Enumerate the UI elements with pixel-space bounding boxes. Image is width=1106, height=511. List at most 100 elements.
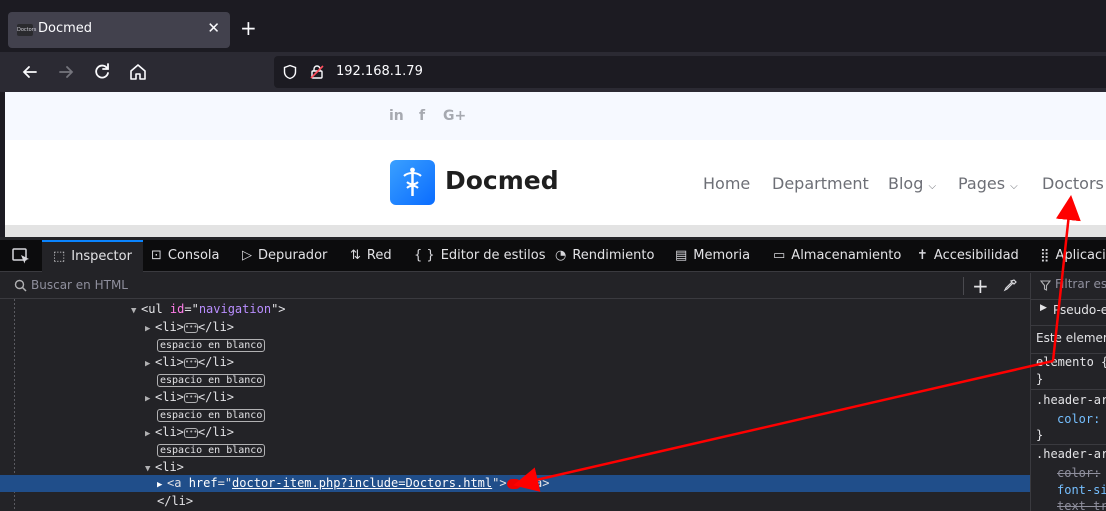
collapsed-arrow-icon[interactable]: ▶	[157, 477, 167, 494]
menu-pages-label: Pages	[958, 174, 1006, 193]
markup-tree: ▼ <ul id="navigation"> ▶ <li>•••</li> espa…	[0, 299, 1030, 511]
ellipsis-icon[interactable]: •••	[183, 357, 198, 368]
tab-console-label: Consola	[167, 248, 220, 263]
inspector-icon: ⬚	[53, 249, 66, 264]
tab-inspector-label: Inspector	[71, 249, 132, 264]
tab-title: Docmed	[38, 21, 93, 36]
whitespace-badge: espacio en blanco	[157, 444, 266, 457]
tab-debugger[interactable]: ▷ Depurador	[242, 240, 327, 272]
tab-performance[interactable]: ◔ Rendimiento	[555, 240, 654, 272]
home-icon[interactable]	[127, 61, 149, 83]
menu-blog[interactable]: Blog ⌵	[888, 174, 936, 193]
style-editor-icon: { }	[414, 248, 435, 263]
tag-close: </li>	[197, 355, 235, 369]
tag-open: <li>	[155, 460, 184, 474]
rule-divider	[1031, 444, 1106, 445]
rule-property[interactable]: font-size:	[1057, 483, 1106, 497]
href-link[interactable]: doctor-item.php?include=Doctors.html	[232, 476, 492, 490]
attr-name: href	[188, 476, 218, 490]
page-divider	[5, 225, 1106, 237]
ellipsis-icon[interactable]: •••	[183, 322, 198, 333]
tab-accessibility[interactable]: ✝ Accesibilidad	[917, 240, 1019, 272]
shield-icon[interactable]	[282, 64, 298, 80]
tab-storage[interactable]: ▭ Almacenamiento	[773, 240, 901, 272]
whitespace-badge: espacio en blanco	[157, 339, 266, 352]
reload-icon[interactable]	[91, 61, 113, 83]
chevron-down-icon: ⌵	[928, 181, 937, 192]
tree-node-li-close: </li>	[0, 493, 1030, 510]
expanded-arrow-icon[interactable]: ▼	[131, 303, 141, 320]
event-badge-icon[interactable]	[506, 478, 521, 489]
tag-close: </li>	[197, 320, 235, 334]
tree-node-li-open[interactable]: ▼ <li>	[0, 459, 1030, 476]
filter-styles-input[interactable]: Filtrar estilos	[1055, 277, 1106, 291]
pseudo-elements-toggle[interactable]: Pseudo-elementos	[1053, 303, 1106, 317]
this-element-header: Este elemento	[1036, 331, 1106, 345]
tree-node-ul[interactable]: ▼ <ul id="navigation">	[0, 301, 1030, 318]
screenshot-root: Doctors Docmed ✕ + 192.168.1.79 in f G+ …	[0, 0, 1106, 511]
rule-brace: }	[1036, 428, 1044, 442]
tag-open: <li>	[155, 355, 184, 369]
toolbar-divider	[963, 277, 964, 295]
web-page: in f G+ Docmed Home Department Blog ⌵ Pa…	[5, 92, 1106, 237]
browser-tab[interactable]: Doctors Docmed ✕	[8, 12, 230, 48]
menu-department[interactable]: Department	[772, 174, 869, 193]
rule-selector[interactable]: .header-area	[1036, 447, 1106, 461]
menu-home[interactable]: Home	[703, 174, 750, 193]
logo-icon[interactable]	[390, 160, 435, 205]
search-icon	[14, 279, 27, 292]
rule-property[interactable]: color:	[1057, 412, 1100, 426]
tab-application-label: Aplicación	[1055, 248, 1106, 263]
tab-accessibility-label: Accesibilidad	[933, 248, 1019, 263]
tag-eq: ="	[184, 302, 199, 316]
collapsed-arrow-icon[interactable]: ▶	[1040, 303, 1047, 313]
back-icon[interactable]	[19, 61, 41, 83]
tab-application[interactable]: ⣿ Aplicación	[1040, 240, 1106, 272]
tree-node-li[interactable]: ▶ <li>•••</li>	[0, 424, 1030, 441]
tab-network-label: Red	[366, 248, 392, 263]
tab-inspector[interactable]: ⬚ Inspector	[42, 240, 143, 272]
storage-icon: ▭	[773, 248, 786, 263]
menu-doctors[interactable]: Doctors	[1042, 174, 1104, 193]
eyedropper-icon[interactable]	[1002, 278, 1018, 294]
ellipsis-icon[interactable]: •••	[183, 427, 198, 438]
google-plus-icon[interactable]: G+	[443, 108, 466, 124]
forward-icon[interactable]	[55, 61, 77, 83]
url-bar[interactable]: 192.168.1.79	[274, 56, 1106, 88]
tag-open: <a	[167, 476, 189, 490]
tree-node-anchor-selected[interactable]: ▶ <a href="doctor-item.php?include=Doctor…	[0, 475, 1030, 492]
menu-blog-label: Blog	[888, 174, 924, 193]
whitespace-node: espacio en blanco	[0, 336, 1030, 353]
facebook-icon[interactable]: f	[419, 108, 425, 124]
menu-pages[interactable]: Pages ⌵	[958, 174, 1018, 193]
tab-memory-label: Memoria	[693, 248, 751, 263]
html-search-input[interactable]: Buscar en HTML	[31, 278, 128, 292]
navigation-toolbar: 192.168.1.79	[0, 52, 1106, 92]
ellipsis-icon[interactable]: •••	[183, 392, 198, 403]
tag-close: </li>	[157, 494, 194, 508]
new-tab-button[interactable]: +	[240, 16, 257, 40]
add-node-button[interactable]: +	[972, 274, 989, 298]
tag-close: </li>	[197, 425, 235, 439]
url-text[interactable]: 192.168.1.79	[336, 64, 423, 79]
tab-close-icon[interactable]: ✕	[207, 19, 220, 37]
element-picker-icon[interactable]	[8, 245, 34, 267]
tag-eq: ="	[217, 476, 233, 490]
tree-node-li[interactable]: ▶ <li>•••</li>	[0, 354, 1030, 371]
rule-divider	[1031, 299, 1106, 300]
tree-node-li[interactable]: ▶ <li>•••</li>	[0, 319, 1030, 336]
tab-memory[interactable]: ▤ Memoria	[675, 240, 750, 272]
linkedin-icon[interactable]: in	[389, 108, 404, 124]
browser-tab-strip: Doctors Docmed ✕ +	[0, 0, 1106, 52]
tab-network[interactable]: ⇅ Red	[350, 240, 392, 272]
rule-selector[interactable]: .header-area	[1036, 393, 1106, 407]
insecure-lock-icon[interactable]	[309, 64, 325, 80]
tag-mid: ">	[492, 476, 507, 490]
site-brand[interactable]: Docmed	[445, 166, 559, 195]
tab-style-editor[interactable]: { } Editor de estilos	[414, 240, 546, 272]
tab-console[interactable]: ⊡ Consola	[151, 240, 219, 272]
rule-property-overridden[interactable]: text-transform:	[1057, 499, 1106, 511]
devtools-toolbar: ⬚ Inspector ⊡ Consola ▷ Depurador ⇅ Red { } E…	[0, 240, 1106, 272]
tree-node-li[interactable]: ▶ <li>•••</li>	[0, 389, 1030, 406]
rule-property-overridden[interactable]: color:	[1057, 466, 1100, 480]
